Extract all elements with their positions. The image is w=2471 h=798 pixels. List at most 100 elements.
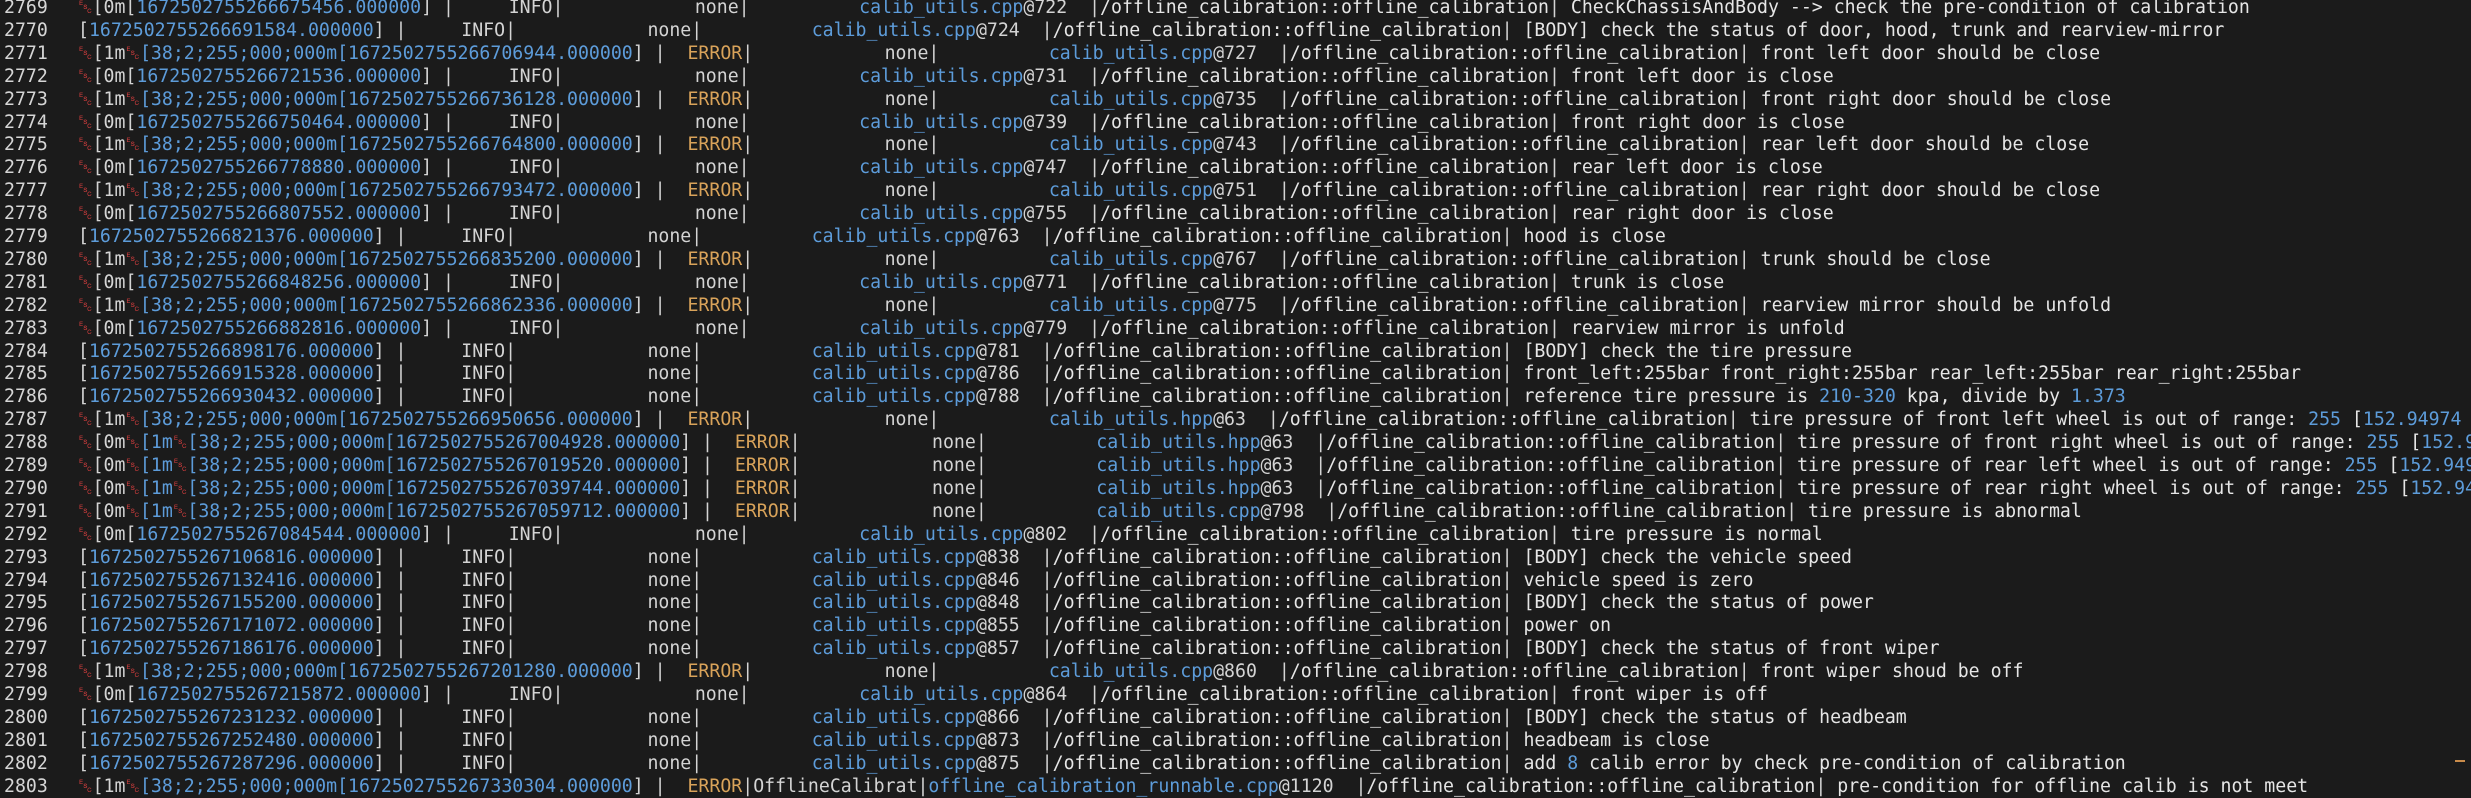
line-number: 2778: [4, 203, 48, 225]
source-line: @848: [975, 592, 1020, 614]
log-namespace: /offline_calibration::offline_calibratio…: [1052, 19, 1502, 41]
source-line: @743: [1213, 134, 1257, 156]
separator: |: [505, 340, 517, 362]
log-level: INFO: [508, 684, 553, 705]
ansi-code: [: [78, 729, 89, 751]
ansi-code: [1m: [92, 42, 126, 64]
pad: [563, 66, 694, 87]
separator: |: [1293, 477, 1327, 499]
separator: |: [691, 226, 703, 247]
separator: |: [691, 546, 703, 568]
ansi-code: [0m[: [92, 684, 137, 705]
log-level: INFO: [508, 157, 553, 179]
log-timestamp: 1672502755266835200.000000: [348, 248, 633, 270]
pad: [750, 157, 860, 178]
pad: [516, 730, 647, 751]
pad: [702, 386, 812, 407]
separator: ] |: [421, 157, 476, 179]
escape-char-icon: ␛: [78, 294, 93, 316]
source-line: @873: [975, 729, 1020, 751]
log-namespace: /offline_calibration::offline_calibratio…: [1052, 729, 1502, 751]
pad: [939, 134, 1049, 155]
separator: |: [1019, 592, 1053, 614]
log-namespace: /offline_calibration::offline_calibratio…: [1052, 363, 1502, 385]
pad: [702, 20, 812, 41]
pad: [428, 753, 461, 774]
log-level: INFO: [461, 592, 506, 614]
log-namespace: /offline_calibration::offline_calibratio…: [1052, 226, 1502, 247]
escape-char-icon: ␛: [78, 432, 93, 454]
log-timestamp: 1672502755266793472.000000: [348, 180, 633, 202]
separator: |: [691, 569, 703, 591]
source-line: @864: [1023, 684, 1068, 705]
separator: |: [789, 477, 801, 499]
log-number: 255: [2366, 432, 2400, 454]
line-number: 2795: [4, 592, 48, 614]
separator: |: [975, 432, 987, 454]
source-line: @866: [975, 706, 1020, 728]
pad: [750, 684, 860, 705]
line-number: 2773: [4, 88, 48, 110]
log-message: [BODY] check the tire pressure: [1512, 340, 1852, 362]
log-level: ERROR: [734, 432, 790, 454]
ansi-code: [0m[: [92, 203, 137, 225]
logger-name: none: [884, 134, 929, 156]
separator: |: [1501, 615, 1513, 637]
log-line: 2795 [1672502755267155200.000000] | INFO|…: [0, 592, 2471, 615]
source-line: @739: [1023, 111, 1068, 133]
separator: |: [505, 226, 517, 247]
log-timestamp: 1672502755266915328.000000: [88, 363, 374, 385]
separator: |: [738, 203, 750, 225]
pad: [750, 66, 860, 87]
separator: |: [738, 111, 750, 133]
separator: ] |: [373, 363, 429, 385]
logger-name: none: [694, 157, 739, 179]
pad: [563, 112, 694, 133]
source-line: @63: [1213, 409, 1246, 431]
separator: |: [928, 409, 940, 431]
log-message: front wiper shoud be off: [1749, 661, 2024, 683]
source-file: calib_utils.cpp: [811, 226, 976, 247]
log-level: INFO: [461, 729, 506, 751]
separator: |: [1549, 684, 1560, 705]
log-message-part: [: [2377, 455, 2400, 476]
separator: |: [1019, 638, 1053, 660]
log-timestamp: 1672502755267186176.000000: [88, 638, 374, 660]
source-file: calib_utils.cpp: [811, 363, 976, 385]
separator: |: [738, 271, 750, 293]
log-line: 2785 [1672502755266915328.000000] | INFO|…: [0, 363, 2471, 386]
pad: [702, 363, 812, 384]
log-level: ERROR: [687, 661, 743, 683]
separator: |: [738, 157, 750, 179]
separator: |: [742, 775, 754, 797]
log-message: [BODY] check the vehicle speed: [1512, 546, 1852, 568]
ansi-code: [0m: [92, 432, 126, 454]
ansi-code: [1m: [139, 432, 173, 454]
log-namespace: /offline_calibration::offline_calibratio…: [1100, 65, 1549, 87]
log-message: tire pressure of front right wheel is ou…: [1786, 432, 2367, 454]
pad: [428, 707, 461, 728]
line-number: 2793: [4, 546, 48, 568]
log-timestamp: 1672502755267215872.000000: [136, 684, 422, 705]
separator: |: [1256, 42, 1290, 64]
separator: |: [1067, 65, 1101, 87]
log-level: INFO: [461, 363, 506, 385]
log-level: INFO: [461, 386, 506, 408]
log-namespace: /offline_calibration::offline_calibratio…: [1100, 0, 1549, 18]
source-line: @722: [1023, 0, 1068, 18]
log-message: rear left door should be close: [1749, 134, 2090, 156]
separator: |: [1549, 271, 1560, 293]
escape-char-icon: ␛: [172, 500, 188, 522]
log-namespace: /offline_calibration::offline_calibratio…: [1366, 775, 1816, 797]
log-line: 2791 ␛[0m␛[1m␛[38;2;255;000;000m[16725027…: [0, 501, 2471, 524]
pad: [516, 20, 647, 41]
log-message-part: [: [2399, 432, 2422, 454]
source-file: calib_utils.cpp: [859, 271, 1024, 293]
log-level: INFO: [461, 340, 506, 362]
source-file: calib_utils.cpp: [1048, 42, 1214, 64]
pad: [750, 112, 860, 133]
escape-char-icon: ␛: [78, 42, 93, 64]
log-timestamp: 1672502755266821376.000000: [88, 226, 374, 247]
terminal-log-view[interactable]: 2769 ␛[0m[1672502755266675456.000000] | I…: [0, 0, 2471, 798]
log-timestamp: 1672502755267106816.000000: [88, 546, 374, 568]
